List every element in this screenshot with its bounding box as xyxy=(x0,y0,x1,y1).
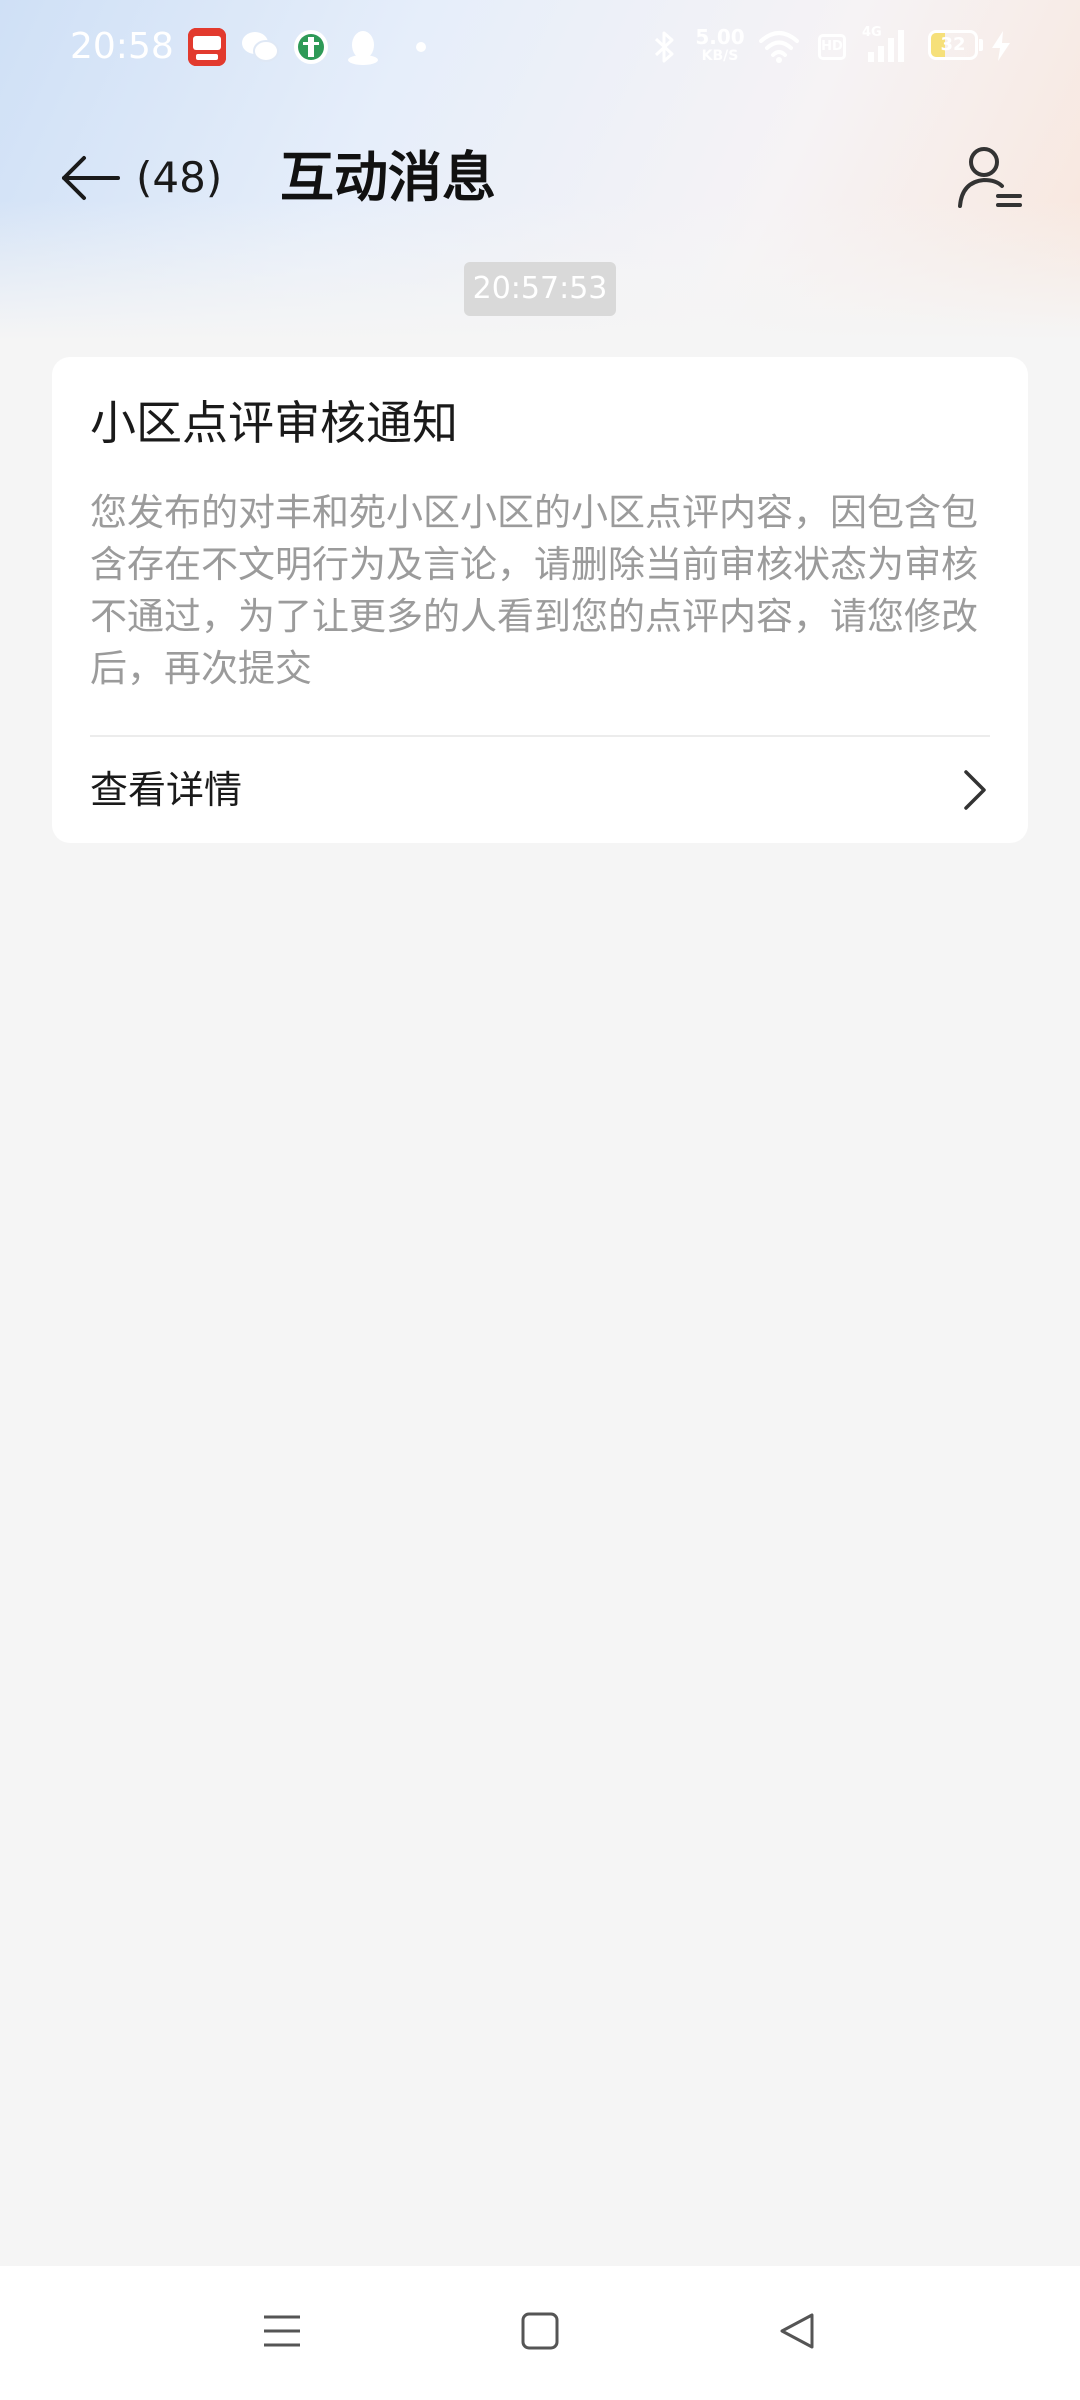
wechat-icon xyxy=(240,28,279,66)
home-icon xyxy=(520,2311,560,2355)
unread-count: (48) xyxy=(136,153,223,202)
page-title: 互动消息 xyxy=(280,146,496,209)
view-details-label: 查看详情 xyxy=(90,768,243,812)
chevron-right-icon xyxy=(960,768,990,812)
wifi-icon xyxy=(758,28,800,68)
network-type: 4G xyxy=(862,25,882,40)
card-title: 小区点评审核通知 xyxy=(90,396,458,450)
user-list-icon xyxy=(954,147,1026,218)
back-arrow-icon xyxy=(58,153,120,203)
card-body: 您发布的对丰和苑小区小区的小区点评内容，因包含包含存在不文明行为及言论，请删除当… xyxy=(90,491,978,690)
back-triangle-icon xyxy=(778,2311,818,2355)
network-speed-value: 5.00 xyxy=(695,25,745,49)
message-timestamp: 20:57:53 xyxy=(464,262,616,316)
bluetooth-icon xyxy=(652,30,676,68)
douyu-app-icon xyxy=(188,28,226,66)
charging-icon xyxy=(990,30,1012,66)
signal-4g-icon: 4G xyxy=(862,26,912,68)
menu-icon xyxy=(262,2311,302,2355)
notification-dot-icon xyxy=(416,42,426,52)
network-speed: 5.00 KB/S xyxy=(690,26,750,64)
back-button[interactable]: (48) xyxy=(58,142,222,214)
home-button[interactable] xyxy=(500,2296,580,2370)
system-back-button[interactable] xyxy=(758,2296,838,2370)
system-navigation-bar xyxy=(0,2266,1080,2400)
profile-button[interactable] xyxy=(954,142,1026,214)
bank-app-icon xyxy=(292,28,330,66)
network-speed-unit: KB/S xyxy=(701,48,739,64)
recent-apps-button[interactable] xyxy=(242,2296,322,2370)
status-bar: 20:58 5.00 KB/S HD 4G 32 xyxy=(0,0,1080,96)
battery-indicator: 32 xyxy=(928,30,978,60)
message-card[interactable]: 小区点评审核通知 您发布的对丰和苑小区小区的小区点评内容，因包含包含存在不文明行… xyxy=(52,357,1028,843)
hd-badge: HD xyxy=(818,34,846,60)
status-time: 20:58 xyxy=(70,26,174,67)
view-details-link[interactable]: 查看详情 xyxy=(90,737,990,843)
page-header: (48) 互动消息 xyxy=(0,120,1080,236)
battery-cap xyxy=(979,39,983,51)
qq-icon xyxy=(344,28,382,66)
battery-percent: 32 xyxy=(940,34,966,55)
